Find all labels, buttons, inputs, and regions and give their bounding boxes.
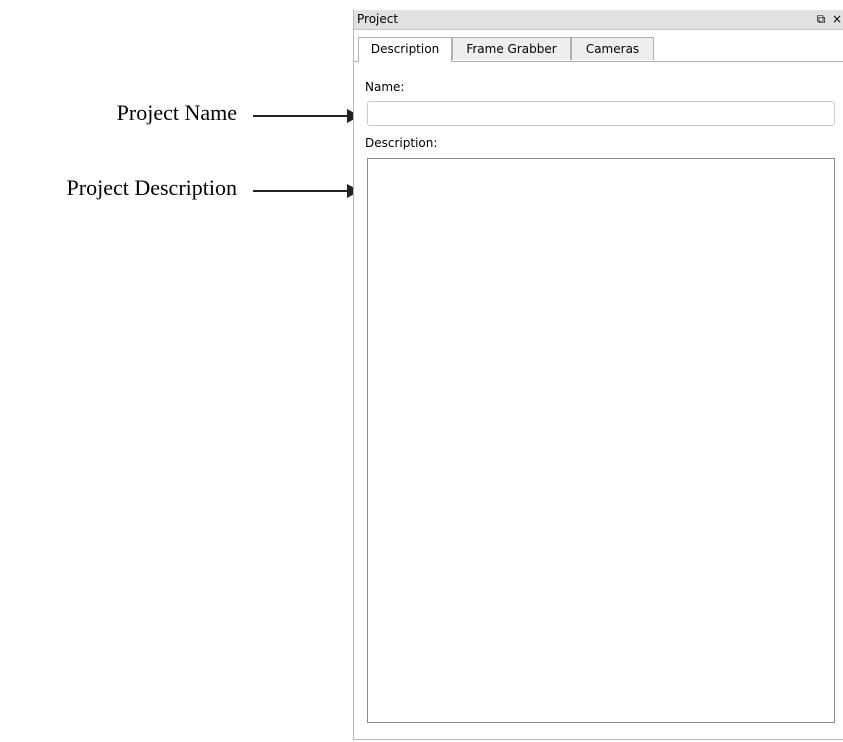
float-window-icon[interactable]: ⧉ xyxy=(814,11,828,27)
callout-arrow-description xyxy=(253,184,360,198)
name-input[interactable] xyxy=(367,101,835,126)
callout-project-name-label: Project Name xyxy=(116,100,237,125)
project-panel: Project ⧉ × Description Frame Grabber Ca… xyxy=(353,10,843,740)
tab-strip: Description Frame Grabber Cameras xyxy=(354,37,843,62)
description-textarea[interactable] xyxy=(367,158,835,723)
name-label: Name: xyxy=(365,80,405,94)
panel-titlebar: Project ⧉ × xyxy=(354,10,843,30)
tab-cameras[interactable]: Cameras xyxy=(571,37,654,60)
callout-project-description-label: Project Description xyxy=(66,175,237,200)
tab-description[interactable]: Description xyxy=(358,37,452,62)
callout-arrow-name xyxy=(253,109,360,123)
panel-title: Project xyxy=(357,12,399,26)
description-label: Description: xyxy=(365,136,438,150)
close-icon[interactable]: × xyxy=(830,11,843,27)
tab-frame-grabber[interactable]: Frame Grabber xyxy=(452,37,571,60)
